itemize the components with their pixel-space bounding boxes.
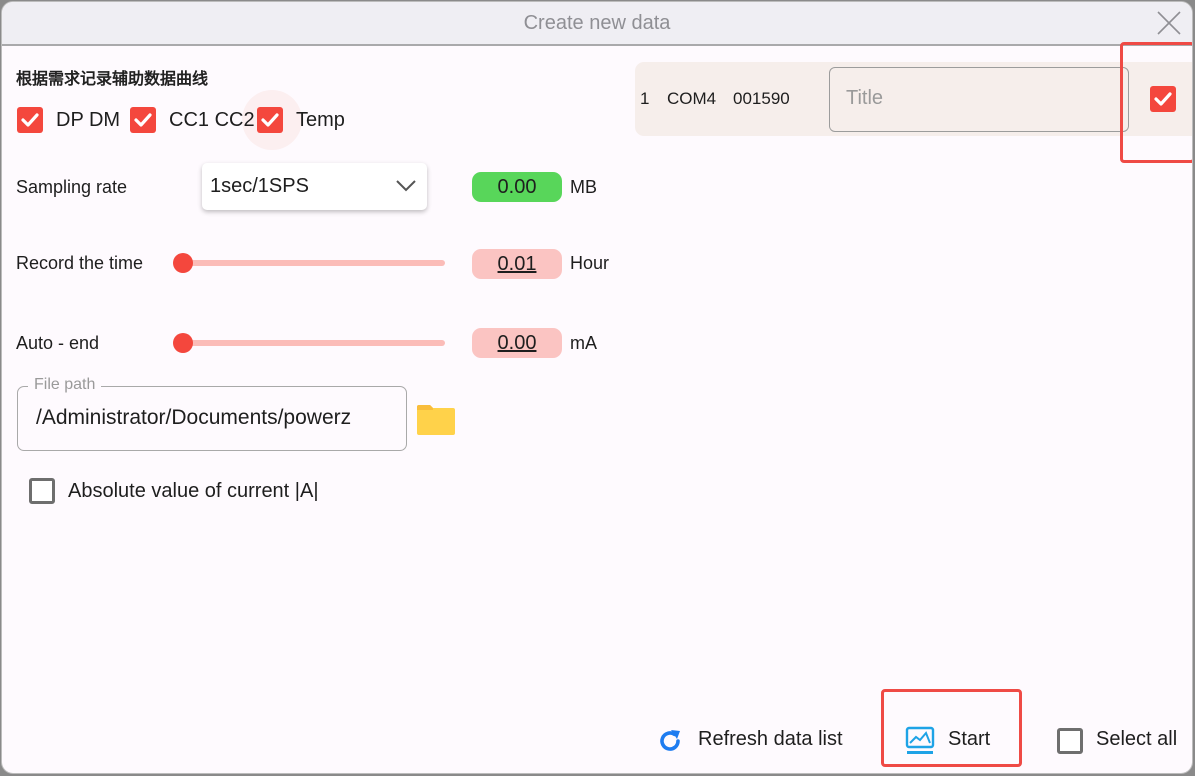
refresh-data-list-label: Refresh data list (698, 728, 843, 750)
create-new-data-dialog: Create new data 根据需求记录辅助数据曲线 DP DM CC1 C… (1, 1, 1193, 774)
refresh-icon (660, 730, 680, 751)
highlight-annotation-device-checkbox (1120, 42, 1192, 163)
check-icon (21, 113, 39, 127)
close-icon (1157, 11, 1181, 35)
file-path-value: /Administrator/Documents/powerz (36, 406, 352, 429)
select-all-label[interactable]: Select all (1096, 728, 1177, 751)
sampling-rate-label: Sampling rate (16, 177, 128, 197)
dpdm-checkbox[interactable] (17, 107, 43, 133)
temp-label: Temp (296, 109, 345, 131)
record-time-slider[interactable] (173, 253, 445, 273)
title-bar: Create new data (2, 2, 1192, 46)
file-size-badge: 0.00 (472, 172, 562, 202)
highlight-annotation-start (881, 689, 1022, 767)
auto-end-slider-handle[interactable] (173, 333, 193, 353)
device-title-input[interactable]: Title (829, 67, 1129, 132)
file-path-input[interactable]: File path /Administrator/Documents/power… (17, 376, 407, 451)
cc1cc2-checkbox[interactable] (130, 107, 156, 133)
dialog-title: Create new data (523, 12, 671, 34)
curves-section-label: 根据需求记录辅助数据曲线 (16, 71, 209, 88)
auto-end-value[interactable]: 0.00 (472, 328, 562, 358)
close-button[interactable] (1154, 8, 1184, 38)
device-index: 1 (640, 89, 650, 108)
check-icon (134, 113, 152, 127)
record-time-label: Record the time (16, 253, 144, 273)
absolute-current-checkbox[interactable] (29, 478, 55, 504)
record-time-unit: Hour (570, 253, 610, 273)
auto-end-unit: mA (570, 333, 597, 353)
file-size-unit: MB (570, 177, 597, 197)
refresh-data-list-button[interactable]: Refresh data list (657, 724, 867, 756)
check-icon (261, 113, 279, 127)
sampling-rate-value: 1sec/1SPS (210, 175, 309, 197)
select-all-checkbox[interactable] (1057, 728, 1083, 754)
folder-icon[interactable] (416, 404, 456, 436)
chevron-down-icon (396, 180, 416, 192)
auto-end-label: Auto - end (16, 333, 100, 353)
device-list-item[interactable]: 1 COM4 001590 Title (635, 62, 1192, 136)
sampling-rate-select[interactable]: 1sec/1SPS (202, 163, 427, 210)
device-title-placeholder: Title (846, 87, 884, 109)
absolute-current-label: Absolute value of current |A| (68, 480, 319, 502)
auto-end-slider[interactable] (173, 333, 445, 353)
cc1cc2-label: CC1 CC2 (169, 109, 255, 131)
device-port: COM4 (667, 89, 717, 108)
dpdm-label: DP DM (56, 109, 121, 131)
record-time-value[interactable]: 0.01 (472, 249, 562, 279)
temp-checkbox[interactable] (257, 107, 283, 133)
file-path-legend: File path (28, 376, 102, 394)
device-serial: 001590 (733, 89, 790, 108)
record-time-slider-handle[interactable] (173, 253, 193, 273)
